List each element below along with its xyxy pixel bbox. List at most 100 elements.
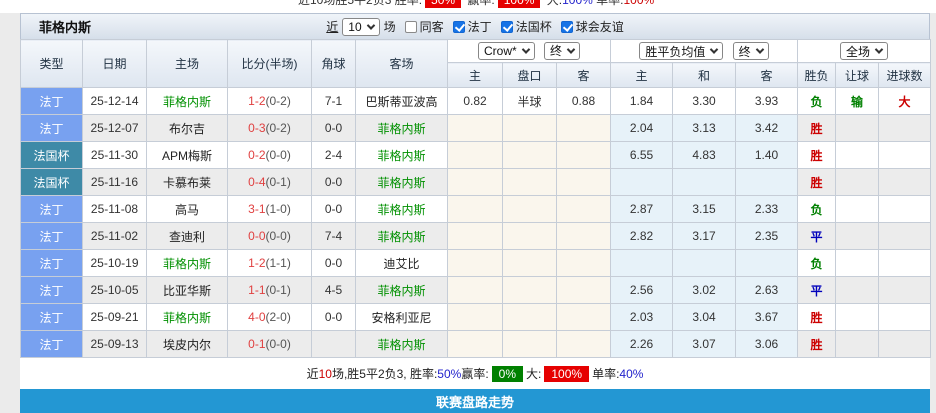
- recent-link[interactable]: 近: [326, 18, 338, 35]
- odds-away: [734, 249, 799, 277]
- checkbox-friendly[interactable]: [560, 20, 573, 33]
- scope-select[interactable]: 全场: [840, 42, 889, 60]
- home-team: 菲格内斯: [146, 249, 228, 277]
- games-count-select[interactable]: 10: [342, 17, 380, 36]
- match-date: 25-09-21: [82, 303, 147, 331]
- scope-select-value: 全场: [846, 44, 871, 59]
- result-wdl: 胜: [797, 303, 837, 331]
- league-badge: 法国杯: [20, 168, 83, 196]
- result-handicap: 输: [835, 87, 880, 115]
- odds-home: 2.87: [610, 195, 673, 223]
- bookmaker-select[interactable]: Crow*: [477, 42, 535, 61]
- odds-type-select-value: 胜平负均值: [645, 44, 706, 59]
- odds-home: 1.84: [610, 87, 673, 115]
- bookmaker-select-value: Crow*: [483, 44, 517, 59]
- col-header-date: 日期: [82, 39, 147, 88]
- crow-away-odds: [556, 195, 611, 223]
- match-row: 法丁 25-10-05 比亚华斯 1-1(0-1) 4-5 菲格内斯 2.56 3.02 2.6…: [20, 276, 932, 304]
- top-stats-mid: 赢率:: [464, 0, 495, 7]
- home-team: 菲格内斯: [146, 87, 228, 115]
- summary-win-rate: 50%: [437, 366, 462, 381]
- match-score: 1-2(1-1): [227, 249, 312, 277]
- corner-score: 0-0: [311, 303, 356, 331]
- away-team: 菲格内斯: [355, 276, 448, 304]
- checkbox-league-cup[interactable]: [500, 20, 513, 33]
- odds-draw: [672, 249, 736, 277]
- league-badge: 法丁: [20, 276, 83, 304]
- match-date: 25-11-30: [82, 141, 147, 169]
- odds-state-select[interactable]: 终: [732, 42, 769, 60]
- match-table-body: 法丁 25-12-14 菲格内斯 1-2(0-2) 7-1 巴斯蒂亚波高 0.82 半球 0.8…: [20, 87, 932, 358]
- corner-score: [311, 330, 356, 358]
- top-stats-strip: 近10场胜5平2负3 胜率: 50% 赢率: 100% 大:100% 单率:100%: [0, 0, 936, 13]
- halftime-score: (0-1): [265, 175, 291, 189]
- odds-type-select[interactable]: 胜平负均值: [639, 42, 724, 60]
- fulltime-score: 0-3: [248, 121, 266, 135]
- col-header-odds-home: 主: [610, 62, 673, 88]
- odds-draw: 3.04: [672, 303, 736, 331]
- away-team: 迪艾比: [355, 249, 448, 277]
- odds-home: 2.03: [610, 303, 673, 331]
- summary-single-rate: 40%: [619, 366, 644, 381]
- odds-home: 2.56: [610, 276, 673, 304]
- crow-handicap: [502, 222, 557, 250]
- crow-handicap: [502, 330, 557, 358]
- halftime-score: (1-0): [265, 202, 291, 216]
- odds-away: 3.42: [734, 114, 799, 142]
- bookmaker-state-value: 终: [550, 44, 563, 59]
- crow-home-odds: [447, 303, 503, 331]
- summary-part5: 单率:: [592, 367, 620, 381]
- games-suffix-label: 场: [383, 20, 396, 34]
- crow-away-odds: [556, 114, 611, 142]
- result-handicap: [835, 195, 880, 223]
- top-stats-tail2-label: 单率:: [592, 0, 624, 7]
- summary-part2: 场,胜5平2负3, 胜率:: [331, 367, 438, 381]
- filter-controls: 近 10 场 同客 法丁 法国杯 球会友谊: [326, 17, 624, 36]
- corner-score: 0-0: [311, 195, 356, 223]
- result-handicap: [835, 222, 880, 250]
- scope-select-cell: 全场: [797, 39, 932, 63]
- team-header-bar: 菲格内斯 近 10 场 同客 法丁 法国杯 球会友谊: [20, 13, 930, 39]
- crow-handicap: [502, 141, 557, 169]
- corner-score: 7-4: [311, 222, 356, 250]
- match-date: 25-11-08: [82, 195, 147, 223]
- col-header-crow-handicap: 盘口: [502, 62, 557, 88]
- crow-away-odds: [556, 168, 611, 196]
- summary-big-badge: 100%: [544, 365, 590, 382]
- team-panel: 菲格内斯 近 10 场 同客 法丁 法国杯 球会友谊 类型 日期 主 场 比分(半…: [20, 13, 932, 413]
- match-row: 法国杯 25-11-30 APM梅斯 0-2(0-0) 2-4 菲格内斯 6.55 4.83 1…: [20, 141, 932, 169]
- corner-score: 0-0: [311, 249, 356, 277]
- match-score: 0-1(0-0): [227, 330, 312, 358]
- result-wdl: 负: [797, 195, 837, 223]
- fulltime-score: 0-2: [248, 148, 266, 162]
- chevron-down-icon: [710, 45, 719, 54]
- summary-games: 10: [318, 366, 332, 381]
- top-stats-tail2-value: 100%: [623, 0, 655, 7]
- result-handicap: [835, 114, 880, 142]
- odds-type-select-cell: 胜平负均值 终: [609, 39, 799, 63]
- halftime-score: (2-0): [265, 310, 291, 324]
- col-header-crow-away: 客: [556, 62, 611, 88]
- away-team: 巴斯蒂亚波高: [355, 87, 448, 115]
- result-handicap: [835, 303, 880, 331]
- result-wdl: 胜: [797, 114, 837, 142]
- checkbox-league-fading[interactable]: [452, 20, 465, 33]
- odds-draw: 4.83: [672, 141, 736, 169]
- crow-home-odds: [447, 249, 503, 277]
- crow-handicap: [502, 303, 557, 331]
- summary-part1: 近: [306, 367, 319, 381]
- bookmaker-state-select[interactable]: 终: [544, 41, 581, 60]
- crow-home-odds: [447, 195, 503, 223]
- crow-home-odds: [447, 114, 503, 142]
- crow-home-odds: [447, 330, 503, 358]
- match-date: 25-12-07: [82, 114, 147, 142]
- col-header-type: 类型: [20, 39, 83, 88]
- result-goals: 大: [878, 87, 932, 115]
- chevron-down-icon: [874, 45, 884, 54]
- league-trend-bar: 联赛盘路走势: [20, 389, 930, 413]
- crow-home-odds: 0.82: [447, 87, 503, 115]
- odds-draw: 3.17: [672, 222, 736, 250]
- checkbox-same-away[interactable]: [404, 20, 417, 33]
- odds-draw: 3.02: [672, 276, 736, 304]
- home-team: 比亚华斯: [146, 276, 228, 304]
